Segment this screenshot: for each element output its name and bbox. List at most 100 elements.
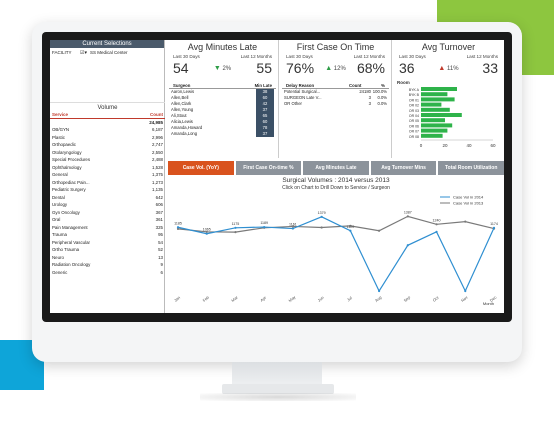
- volume-header[interactable]: Service Count: [50, 111, 165, 119]
- change-value: 2%: [222, 65, 232, 72]
- data-point[interactable]: [349, 229, 352, 232]
- facility-selection[interactable]: FACILITY ☑▾ SS Medical Center: [50, 48, 164, 58]
- volume-col-count[interactable]: Count: [150, 112, 163, 117]
- surgeon-row[interactable]: Amanda,Long 37: [167, 131, 278, 137]
- data-label: 1065: [203, 228, 211, 232]
- volume-row[interactable]: Special Procedures 2,488: [50, 156, 165, 164]
- turnover-bar[interactable]: [421, 102, 442, 107]
- volume-row[interactable]: Pediatric Surgery 1,135: [50, 186, 165, 194]
- tab-avg-turnover-mins[interactable]: Avg Turnover Mins: [370, 161, 437, 175]
- volume-row[interactable]: Neuro 13: [50, 254, 165, 262]
- volume-row[interactable]: Generic 6: [50, 269, 165, 277]
- value-last-30: 36: [399, 60, 415, 76]
- volume-row[interactable]: Peripheral Vascular 54: [50, 239, 165, 247]
- label-last-30: Last 30 Days: [399, 54, 426, 59]
- volume-row[interactable]: Radiation Oncology 9: [50, 261, 165, 269]
- turnover-bar[interactable]: [421, 133, 443, 138]
- service-count: 1,528: [152, 164, 163, 170]
- tab-first-case-on-time[interactable]: First Case On-time %: [235, 161, 302, 175]
- turnover-bar[interactable]: [421, 87, 457, 91]
- volume-col-service[interactable]: Service: [52, 112, 68, 117]
- turnover-bar[interactable]: [421, 113, 462, 117]
- col-pct: %: [381, 83, 385, 88]
- service-name: Dental: [52, 194, 65, 200]
- tab-total-room-utilization[interactable]: Total Room Utilization: [438, 161, 504, 175]
- dashboard-screen: Current Selections FACILITY ☑▾ SS Medica…: [50, 40, 504, 313]
- volume-row[interactable]: Urology 606: [50, 201, 165, 209]
- turnover-bar[interactable]: [421, 118, 445, 123]
- data-point[interactable]: [464, 220, 467, 223]
- data-point[interactable]: [176, 226, 180, 229]
- volume-row[interactable]: OB/GYN 6,187: [50, 126, 165, 134]
- x-tick-label: Sep: [403, 294, 412, 303]
- turnover-bar[interactable]: [421, 128, 448, 133]
- line-chart-svg[interactable]: Case Vol in 2014Case Vol in 2013 1185 1065…: [168, 191, 504, 307]
- data-point[interactable]: [205, 232, 208, 235]
- tab-avg-minutes-late[interactable]: Avg Minutes Late: [303, 161, 369, 175]
- service-name: Oral: [52, 217, 61, 222]
- service-count: 6,187: [152, 127, 163, 132]
- service-name: Special Procedures: [52, 157, 91, 162]
- data-point[interactable]: [435, 223, 438, 226]
- data-point[interactable]: [320, 215, 323, 218]
- turnover-bar-chart[interactable]: BYK ABYK BOR 01 OR 02OR 03OR 04OR 05OR 06…: [393, 85, 504, 153]
- label-last-30: Last 30 Days: [173, 54, 200, 59]
- data-point[interactable]: [291, 227, 295, 230]
- surgeon-min-late: 37: [256, 131, 274, 137]
- volume-row[interactable]: Orthopediac Pain... 1,273: [50, 179, 165, 187]
- data-point[interactable]: [377, 229, 381, 232]
- data-point[interactable]: [234, 230, 237, 234]
- volume-row[interactable]: Gyn Oncology 367: [50, 209, 165, 217]
- room-label: OR 08: [409, 135, 419, 139]
- turnover-bar[interactable]: [421, 107, 450, 112]
- volume-row[interactable]: Ortho Trauma 52: [50, 246, 165, 254]
- surgical-volume-chart[interactable]: Surgical Volumes : 2014 versus 2013 Clic…: [168, 177, 504, 313]
- turnover-bar[interactable]: [421, 92, 448, 97]
- surgeon-table-header: Surgeon Min Late: [169, 81, 276, 89]
- service-name: Pediatric Surgery: [52, 187, 86, 192]
- data-point[interactable]: [406, 215, 409, 218]
- volume-row[interactable]: Oral 361: [50, 216, 165, 224]
- data-point[interactable]: [435, 230, 438, 233]
- data-point[interactable]: [263, 225, 266, 229]
- data-point[interactable]: [464, 289, 467, 293]
- data-point[interactable]: [492, 226, 496, 229]
- x-tick-label: Nov: [460, 295, 469, 303]
- data-point[interactable]: [234, 226, 237, 229]
- first-case-periods: Last 30 Days Last 12 Months: [280, 52, 391, 59]
- room-label: OR 01: [409, 98, 419, 102]
- service-name: Peripheral Vascular: [52, 239, 90, 245]
- data-point[interactable]: [320, 226, 323, 229]
- value-last-12: 68%: [356, 60, 385, 76]
- data-point[interactable]: [406, 244, 409, 247]
- turnover-bar[interactable]: [421, 123, 453, 128]
- volume-row[interactable]: General 1,375: [50, 171, 165, 179]
- volume-row[interactable]: Trauma 95: [50, 231, 165, 239]
- label-last-12: Last 12 Months: [353, 54, 385, 59]
- service-name: Urology: [52, 202, 68, 207]
- delay-row[interactable]: OR Other 3 0.0%: [280, 101, 391, 107]
- data-label: 1189: [260, 221, 268, 225]
- volume-row[interactable]: Otolaryngology 2,550: [50, 149, 165, 157]
- volume-row[interactable]: Dental 642: [50, 194, 165, 202]
- service-count: 9: [160, 262, 163, 267]
- legend-label: Case Vol in 2014: [453, 195, 484, 200]
- volume-row[interactable]: Plastic 2,996: [50, 134, 165, 142]
- series-line[interactable]: [177, 216, 495, 293]
- volume-row[interactable]: Ophthalmology 1,528: [50, 164, 165, 172]
- triangle-up-icon: ▲: [438, 64, 446, 72]
- x-tick-label: Apr: [259, 295, 267, 303]
- filter-icon[interactable]: ☑▾: [80, 50, 90, 56]
- monitor-stand-shadow: [200, 393, 356, 401]
- room-label: OR 02: [409, 104, 419, 108]
- volume-row[interactable]: Pain Management 325: [50, 224, 165, 232]
- value-last-12: 55: [256, 60, 272, 76]
- data-label: 1175: [232, 222, 240, 226]
- turnover-bar[interactable]: [421, 97, 455, 102]
- data-point[interactable]: [377, 289, 381, 293]
- volume-row[interactable]: Orthopaedic 2,747: [50, 141, 165, 149]
- change-value: 12%: [333, 65, 346, 72]
- service-count: 2,747: [152, 142, 163, 147]
- change-indicator: ▲ 12%: [325, 65, 346, 72]
- tab-case-vol-yoy[interactable]: Case Vol. (YoY): [168, 161, 234, 175]
